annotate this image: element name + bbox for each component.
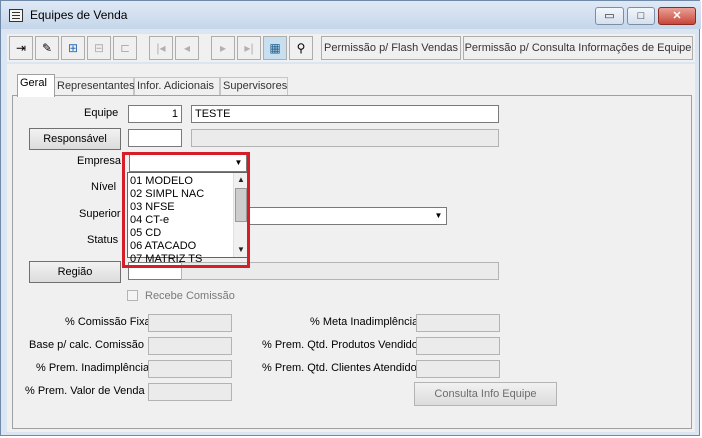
binoculars-icon: ⚲ <box>296 41 306 55</box>
meta-inadimplencia-label: % Meta Inadimplência <box>310 316 419 328</box>
regiao-name-field <box>181 262 499 280</box>
equipe-label: Equipe <box>84 107 119 119</box>
tab-geral[interactable]: Geral <box>17 74 55 97</box>
empresa-label: Empresa <box>77 155 122 167</box>
table-view-button[interactable]: ▦ <box>263 36 287 60</box>
responsavel-button[interactable]: Responsável <box>29 128 121 150</box>
equipe-name-field[interactable]: TESTE <box>191 105 499 123</box>
prem-valor-venda-label: % Prem. Valor de Venda <box>25 385 145 397</box>
prem-qtd-clientes-label: % Prem. Qtd. Clientes Atendidos <box>262 362 423 374</box>
empresa-select[interactable]: ▼ <box>129 154 247 172</box>
previous-record-icon: ◂ <box>183 41 191 55</box>
chevron-up-icon[interactable]: ▲ <box>234 173 248 187</box>
empresa-option[interactable]: 07 MATRIZ TS <box>130 253 202 265</box>
status-label: Status <box>87 234 119 246</box>
chevron-down-icon[interactable]: ▼ <box>431 208 446 224</box>
chevron-down-icon[interactable]: ▼ <box>231 155 246 171</box>
tab-supervisores[interactable]: Supervisores <box>220 77 288 96</box>
delete-record-button[interactable]: ⊟ <box>87 36 111 60</box>
superior-label: Superior <box>79 208 121 220</box>
exit-button[interactable]: ⇥ <box>9 36 33 60</box>
edit-record-icon: ⊏ <box>119 41 131 55</box>
client-area: Geral Representantes Infor. Adicionais S… <box>7 64 695 432</box>
empresa-option[interactable]: 01 MODELO <box>130 175 193 188</box>
last-record-button[interactable]: ▸| <box>237 36 261 60</box>
comissao-fixa-field <box>148 314 232 332</box>
tab-infor-adicionais[interactable]: Infor. Adicionais <box>134 77 220 96</box>
next-record-icon: ▸ <box>219 41 227 55</box>
delete-record-icon: ⊟ <box>93 41 105 55</box>
prem-qtd-clientes-field <box>416 360 500 378</box>
empresa-dropdown-list[interactable]: 01 MODELO 02 SIMPL NAC 03 NFSE 04 CT-e 0… <box>127 172 249 265</box>
comissao-fixa-label: % Comissão Fixa <box>65 316 151 328</box>
first-record-icon: |◂ <box>156 41 166 55</box>
nivel-label: Nível <box>91 181 117 193</box>
prem-qtd-produtos-label: % Prem. Qtd. Produtos Vendidos <box>262 339 424 351</box>
window-title: Equipes de Venda <box>30 8 128 22</box>
close-button[interactable]: ✕ <box>658 7 696 25</box>
meta-inadimplencia-field <box>416 314 500 332</box>
prem-qtd-produtos-field <box>416 337 500 355</box>
responsavel-code-field[interactable] <box>128 129 182 147</box>
minimize-button[interactable]: ▭ <box>595 7 624 25</box>
previous-record-button[interactable]: ◂ <box>175 36 199 60</box>
recebe-comissao-label: Recebe Comissão <box>145 290 235 302</box>
first-record-button[interactable]: |◂ <box>149 36 173 60</box>
prem-valor-venda-field <box>148 383 232 401</box>
permission-flash-vendas-button[interactable]: Permissão p/ Flash Vendas <box>321 36 461 60</box>
consulta-info-equipe-button[interactable]: Consulta Info Equipe <box>414 382 557 406</box>
add-record-button[interactable]: ⊞ <box>61 36 85 60</box>
search-button[interactable]: ⚲ <box>289 36 313 60</box>
title-bar[interactable]: Equipes de Venda ▭ □ ✕ <box>1 1 701 29</box>
clear-button[interactable]: ✎ <box>35 36 59 60</box>
maximize-button[interactable]: □ <box>627 7 655 25</box>
superior-select[interactable]: ▼ <box>233 207 447 225</box>
prem-inadimplencia-label: % Prem. Inadimplência <box>36 362 150 374</box>
regiao-button[interactable]: Região <box>29 261 121 283</box>
empresa-option[interactable]: 04 CT-e <box>130 214 169 227</box>
add-record-icon: ⊞ <box>67 41 79 55</box>
prem-inadimplencia-field <box>148 360 232 378</box>
toolbar: ⇥ ✎ ⊞ ⊟ ⊏ |◂ ◂ ▸ ▸| ▦ ⚲ Permissão p/ Fla… <box>7 34 695 62</box>
geral-panel: Equipe 1 TESTE Responsável Empresa ▼ Nív… <box>12 95 692 429</box>
eraser-icon: ✎ <box>41 41 53 55</box>
exit-icon: ⇥ <box>15 41 27 55</box>
edit-record-button[interactable]: ⊏ <box>113 36 137 60</box>
empresa-option[interactable]: 06 ATACADO <box>130 240 196 253</box>
responsavel-name-field <box>191 129 499 147</box>
table-view-icon: ▦ <box>269 41 281 55</box>
next-record-button[interactable]: ▸ <box>211 36 235 60</box>
equipe-code-field[interactable]: 1 <box>128 105 182 123</box>
dropdown-scrollbar[interactable]: ▲ ▼ <box>233 173 248 257</box>
window-icon <box>9 9 23 22</box>
permission-consulta-button[interactable]: Permissão p/ Consulta Informações de Equ… <box>463 36 693 60</box>
empresa-option[interactable]: 03 NFSE <box>130 201 175 214</box>
equipes-de-venda-window: Equipes de Venda ▭ □ ✕ ⇥ ✎ ⊞ ⊟ ⊏ |◂ ◂ ▸ … <box>0 0 701 436</box>
tab-representantes[interactable]: Representantes <box>54 77 135 96</box>
empresa-option[interactable]: 02 SIMPL NAC <box>130 188 204 201</box>
last-record-icon: ▸| <box>244 41 254 55</box>
tab-strip: Geral Representantes Infor. Adicionais S… <box>7 74 695 97</box>
scrollbar-thumb[interactable] <box>235 188 247 222</box>
base-calc-comissao-field <box>148 337 232 355</box>
recebe-comissao-checkbox[interactable] <box>127 290 138 301</box>
chevron-down-icon[interactable]: ▼ <box>234 243 248 257</box>
base-calc-comissao-label: Base p/ calc. Comissão <box>29 339 144 351</box>
empresa-option[interactable]: 05 CD <box>130 227 161 240</box>
